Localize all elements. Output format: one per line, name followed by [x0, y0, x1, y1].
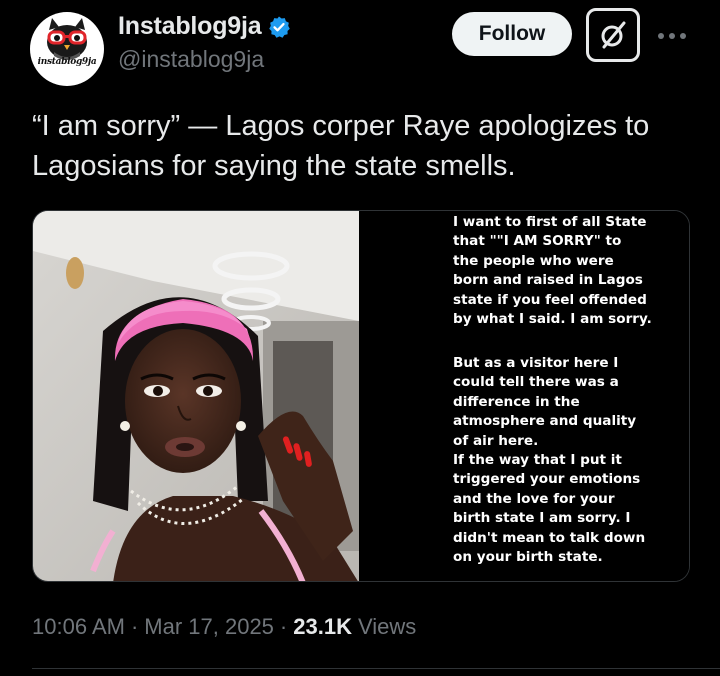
story-line: triggered your emotions [453, 471, 641, 488]
story-line: of air here. [453, 432, 539, 449]
story-line: difference in the [453, 393, 580, 410]
tweet-header: instablog9ja Instablog9ja @instablog9ja … [0, 0, 720, 100]
views-count[interactable]: 23.1K [293, 614, 352, 640]
story-line: that ""I AM SORRY" to [453, 233, 622, 250]
story-line: could tell there was a [453, 374, 619, 391]
grok-icon [601, 21, 626, 49]
handle[interactable]: @instablog9ja [118, 46, 264, 73]
tweet-meta: 10:06 AM · Mar 17, 2025 · 23.1K Views [32, 614, 416, 640]
views-label: Views [357, 614, 417, 639]
tweet-time[interactable]: 10:06 AM [32, 614, 125, 640]
display-name[interactable]: Instablog9ja [118, 12, 262, 41]
story-line: I want to first of all State [453, 214, 647, 230]
story-line: birth state I am sorry. I [453, 510, 631, 527]
more-dots-icon [658, 33, 686, 39]
tweet-media[interactable]: I want to first of all State that ""I AM… [32, 210, 690, 582]
verified-badge-icon [269, 16, 291, 38]
story-line: state if you feel offended [453, 291, 647, 308]
story-line: But as a visitor here I [453, 355, 619, 371]
story-line: on your birth state. [453, 549, 603, 566]
follow-button[interactable]: Follow [452, 12, 572, 56]
tweet-date[interactable]: Mar 17, 2025 [144, 614, 274, 640]
woman-selfie-photo [33, 211, 359, 581]
story-line: If the way that I put it [453, 452, 622, 469]
story-line: by what I said. I am sorry. [453, 311, 652, 328]
tweet-text: “I am sorry” — Lagos corper Raye apologi… [32, 110, 650, 182]
story-line: atmosphere and quality [453, 413, 637, 430]
story-paragraph-2: But as a visitor here I could tell there… [453, 354, 685, 567]
more-options-button[interactable] [652, 16, 692, 56]
story-paragraph-1: I want to first of all State that ""I AM… [453, 213, 685, 329]
owl-logo-icon [47, 18, 87, 60]
meta-separator: · [279, 614, 288, 639]
story-line: the people who were [453, 252, 614, 269]
avatar[interactable]: instablog9ja [30, 12, 104, 86]
story-line: born and raised in Lagos [453, 272, 643, 289]
name-row: Instablog9ja [118, 12, 291, 41]
story-line: and the love for your [453, 490, 615, 507]
story-line: didn't mean to talk down [453, 529, 646, 546]
grok-button[interactable] [586, 8, 640, 62]
divider [32, 668, 720, 669]
meta-separator: · [130, 614, 139, 639]
story-text-panel: I want to first of all State that ""I AM… [359, 211, 689, 581]
avatar-logo-text: instablog9ja [37, 57, 97, 67]
